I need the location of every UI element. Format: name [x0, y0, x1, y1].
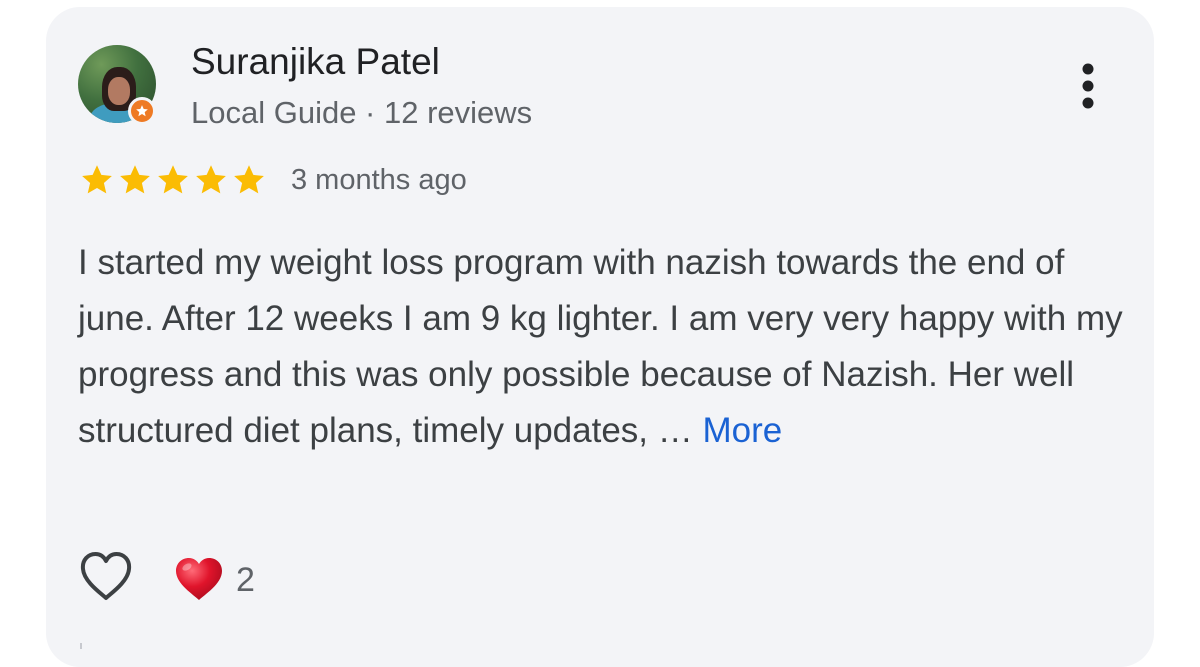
reaction-count: 2: [236, 561, 255, 599]
author-name[interactable]: Suranjika Patel: [191, 40, 440, 84]
author-meta: Local Guide · 12 reviews: [191, 95, 533, 130]
review-time: 3 months ago: [291, 164, 467, 196]
divider-mark: [80, 643, 82, 649]
review-text: I started my weight loss program with na…: [78, 235, 1123, 459]
heart-outline-icon: [80, 552, 132, 600]
more-link[interactable]: More: [702, 411, 782, 450]
star-icon: [234, 165, 264, 194]
avatar-face: [108, 77, 130, 105]
local-guide-star-icon: [136, 105, 148, 117]
review-body: I started my weight loss program with na…: [78, 243, 1123, 450]
star-rating: [78, 162, 268, 198]
star-icon: [196, 165, 226, 194]
star-icon: [82, 165, 112, 194]
like-button[interactable]: [78, 549, 134, 605]
local-guide-badge-icon: [128, 97, 156, 125]
red-heart-icon: [174, 556, 224, 602]
star-icon: [158, 165, 188, 194]
more-vert-icon: [1082, 63, 1094, 109]
star-icon: [120, 165, 150, 194]
more-options-button[interactable]: [1066, 58, 1110, 114]
